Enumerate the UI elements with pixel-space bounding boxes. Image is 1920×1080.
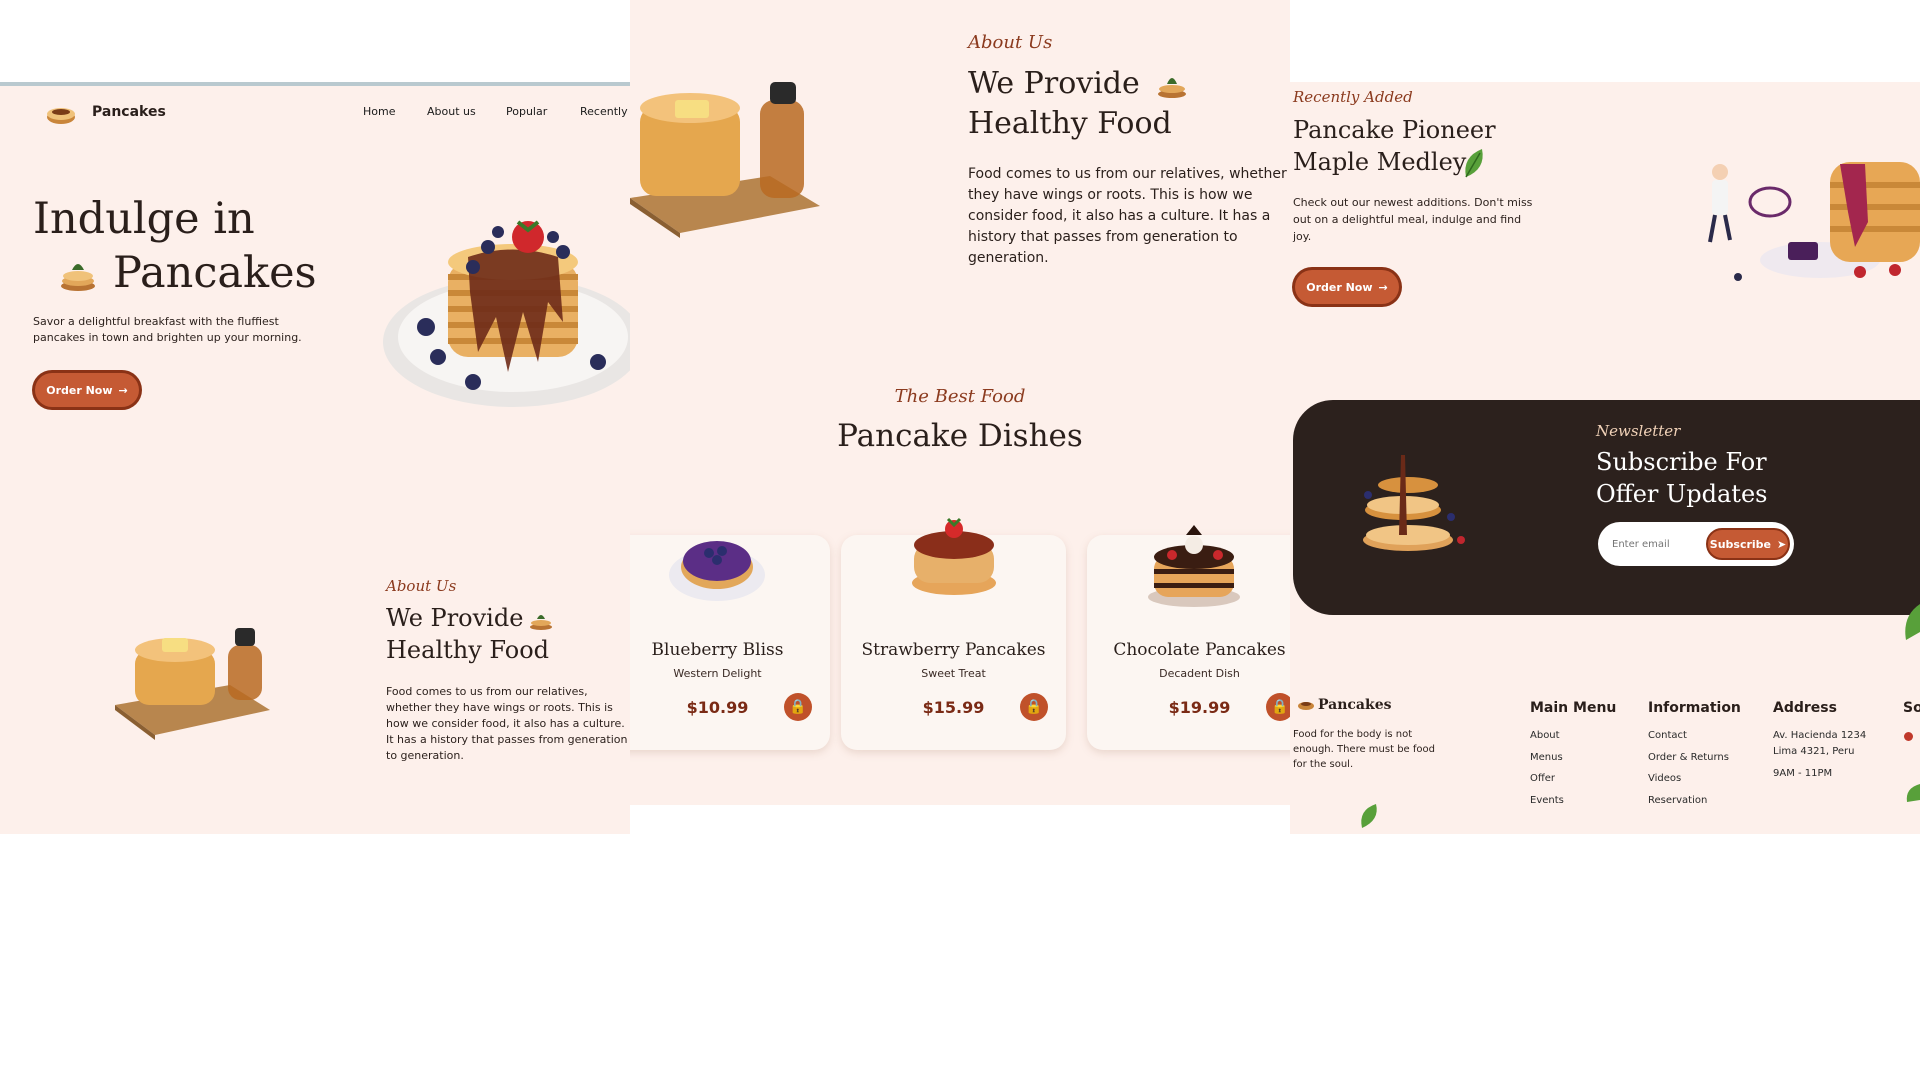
recent-title-line2: Maple Medley	[1293, 148, 1467, 176]
about-text: Food comes to us from our relatives, whe…	[968, 166, 1287, 266]
add-to-cart-button[interactable]: 🔒	[784, 693, 812, 721]
page-bottom-strip	[664, 805, 1290, 834]
pancake-logo-icon	[1298, 702, 1314, 710]
footer-link-events[interactable]: Events	[1530, 795, 1564, 806]
shopping-bag-icon: 🔒	[1025, 699, 1043, 715]
order-now-label: Order Now	[46, 383, 113, 397]
pancake-plate-image	[383, 220, 630, 407]
recent-order-now-button[interactable]: Order Now →	[1295, 270, 1399, 304]
footer-address-title: Address	[1773, 700, 1837, 716]
dish-name: Blueberry Bliss	[651, 640, 784, 660]
dish-card-chocolate[interactable]: Chocolate Pancakes Decadent Dish $19.99 …	[1087, 525, 1290, 750]
footer-information-title: Information	[1648, 700, 1741, 716]
leaf-icon	[1905, 604, 1920, 640]
social-icon[interactable]	[1904, 732, 1913, 741]
pancake-syrup-image	[115, 628, 270, 740]
shopping-bag-icon: 🔒	[1271, 699, 1289, 715]
add-to-cart-button[interactable]: 🔒	[1020, 693, 1048, 721]
chef-pancakes-image	[1708, 162, 1920, 281]
blueberry-pancake-image	[669, 541, 765, 601]
hero-description: Savor a delightful breakfast with the fl…	[33, 315, 302, 344]
hero-title-line1: Indulge in	[33, 194, 255, 244]
pancake-syrup-image	[630, 82, 820, 238]
newsletter-title-line2: Offer Updates	[1596, 480, 1768, 508]
about-title-line1: We Provide	[386, 604, 524, 632]
footer-tagline: Food for the body is not enough. There m…	[1293, 729, 1435, 770]
newsletter-banner: Newsletter Subscribe For Offer Updates S…	[1293, 400, 1920, 615]
newsletter-form: Subscribe ➤	[1598, 522, 1794, 566]
order-now-label: Order Now	[1306, 280, 1373, 294]
footer-social-title: So	[1903, 700, 1920, 716]
dish-name: Strawberry Pancakes	[861, 640, 1046, 660]
hero-order-now-button[interactable]: Order Now →	[35, 373, 139, 407]
arrow-right-icon: →	[118, 383, 128, 397]
recent-label: Recently Added	[1293, 88, 1413, 106]
nav-popular[interactable]: Popular	[506, 105, 547, 118]
about-text: Food comes to us from our relatives, whe…	[386, 685, 628, 762]
pancake-stack-icon	[530, 615, 552, 630]
subscribe-label: Subscribe	[1709, 537, 1771, 551]
footer-address-hours: 9AM - 11PM	[1773, 768, 1833, 779]
footer-link-order-returns[interactable]: Order & Returns	[1648, 752, 1729, 763]
leaf-icon	[1465, 149, 1483, 178]
flying-pancakes-image	[1363, 455, 1465, 551]
brand-name[interactable]: Pancakes	[92, 104, 166, 120]
about-label: About Us	[386, 577, 457, 595]
email-input[interactable]	[1610, 532, 1709, 556]
footer-address-line2: Lima 4321, Peru	[1773, 746, 1855, 757]
dish-name: Chocolate Pancakes	[1113, 640, 1286, 660]
subscribe-button[interactable]: Subscribe ➤	[1706, 528, 1790, 560]
leaf-icon	[1361, 804, 1377, 828]
browser-top-bar	[0, 82, 630, 86]
chocolate-pancake-image	[1148, 525, 1240, 607]
footer-link-contact[interactable]: Contact	[1648, 730, 1687, 741]
pancake-logo-icon	[47, 108, 75, 124]
footer-address-line1: Av. Hacienda 1234	[1773, 730, 1867, 741]
dish-card-blueberry[interactable]: Blueberry Bliss Western Delight $10.99 🔒	[630, 535, 830, 750]
nav-about-us[interactable]: About us	[427, 105, 476, 118]
footer-link-offer[interactable]: Offer	[1530, 773, 1555, 784]
newsletter-title-line1: Subscribe For	[1596, 448, 1767, 476]
about-title-line2: Healthy Food	[968, 106, 1172, 141]
about-title-line1: We Provide	[968, 66, 1140, 101]
strawberry-pancake-image	[912, 517, 996, 595]
add-to-cart-button[interactable]: 🔒	[1266, 693, 1290, 721]
footer-brand[interactable]: Pancakes	[1318, 697, 1392, 713]
footer-link-videos[interactable]: Videos	[1648, 773, 1681, 784]
nav-home[interactable]: Home	[363, 105, 395, 118]
pancake-stack-icon	[1158, 78, 1186, 98]
recent-newsletter-footer-section: Recently Added Pancake Pioneer Maple Med…	[1290, 82, 1920, 834]
footer-main-menu-title: Main Menu	[1530, 700, 1617, 716]
pancake-stack-icon	[61, 264, 95, 291]
leaf-icon	[1906, 784, 1920, 802]
footer-link-reservation[interactable]: Reservation	[1648, 795, 1707, 806]
dish-card-strawberry[interactable]: Strawberry Pancakes Sweet Treat $15.99 🔒	[841, 517, 1066, 750]
footer-link-menus[interactable]: Menus	[1530, 752, 1563, 763]
footer-link-about[interactable]: About	[1530, 730, 1560, 741]
dish-subtitle: Decadent Dish	[1159, 667, 1240, 680]
popular-label: The Best Food	[894, 386, 1026, 407]
dish-price: $19.99	[1168, 698, 1231, 717]
newsletter-label: Newsletter	[1596, 422, 1681, 440]
nav-recently[interactable]: Recently	[580, 105, 628, 118]
popular-title: Pancake Dishes	[837, 418, 1083, 454]
recent-text: Check out our newest additions. Don't mi…	[1293, 196, 1533, 243]
about-popular-section: About Us We Provide Healthy Food Food co…	[630, 0, 1290, 805]
shopping-bag-icon: 🔒	[789, 699, 807, 715]
about-title-line2: Healthy Food	[386, 636, 550, 664]
about-label: About Us	[968, 32, 1053, 53]
send-icon: ➤	[1777, 537, 1787, 551]
dish-subtitle: Sweet Treat	[921, 667, 986, 680]
hero-title-line2: Pancakes	[113, 248, 317, 298]
arrow-right-icon: →	[1378, 280, 1388, 294]
home-section: Pancakes Home About us Popular Recently …	[0, 82, 630, 834]
dish-subtitle: Western Delight	[673, 667, 762, 680]
recent-title-line1: Pancake Pioneer	[1293, 116, 1496, 144]
